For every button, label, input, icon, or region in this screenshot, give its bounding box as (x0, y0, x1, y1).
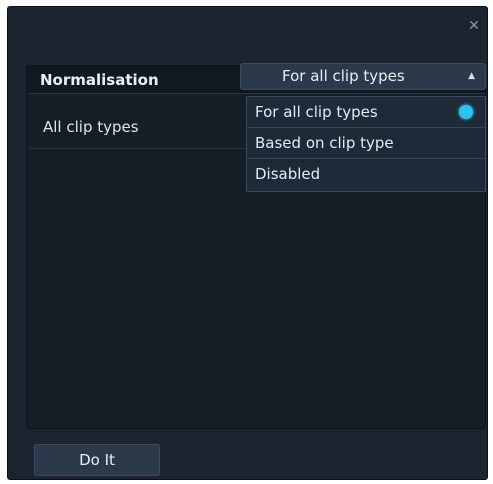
triangle-up-icon: ▲ (468, 71, 475, 81)
option-label: Based on clip type (255, 134, 394, 152)
option-based-on-clip-type[interactable]: Based on clip type (247, 128, 485, 159)
option-label: Disabled (255, 165, 321, 183)
select-value: For all clip types (282, 67, 405, 85)
option-label: For all clip types (255, 103, 378, 121)
close-icon[interactable]: ✕ (467, 19, 481, 33)
normalisation-mode-select[interactable]: For all clip types ▲ (240, 63, 486, 90)
normalisation-mode-dropdown: For all clip types Based on clip type Di… (246, 96, 486, 192)
do-it-button[interactable]: Do It (34, 444, 160, 476)
selected-indicator-icon (459, 105, 473, 119)
column-header-normalisation: Normalisation (40, 71, 159, 89)
option-for-all-clip-types[interactable]: For all clip types (247, 97, 485, 128)
row-divider (29, 148, 247, 149)
do-it-label: Do It (79, 451, 115, 469)
option-disabled[interactable]: Disabled (247, 159, 485, 190)
row-label-all-clip-types: All clip types (43, 118, 139, 136)
